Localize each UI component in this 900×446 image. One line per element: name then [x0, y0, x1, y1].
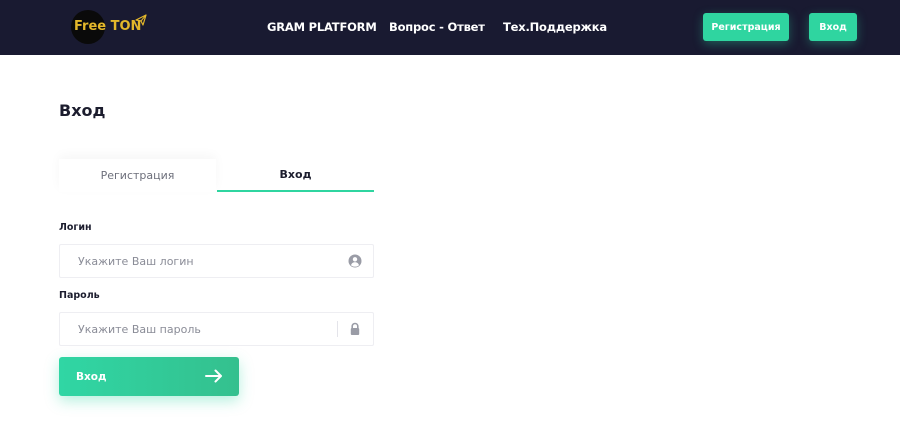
arrow-right-icon [205, 369, 222, 383]
nav-faq[interactable]: Вопрос - Ответ [389, 20, 485, 34]
login-field-container [59, 244, 374, 278]
password-input[interactable] [60, 313, 340, 345]
login-input[interactable] [60, 245, 340, 277]
submit-label: Вход [76, 371, 107, 383]
lock-icon [350, 322, 360, 335]
password-field-container [59, 312, 374, 346]
logo[interactable]: Free TON [69, 10, 149, 46]
nav-support[interactable]: Тех.Поддержка [503, 20, 607, 34]
password-label: Пароль [59, 290, 100, 301]
top-navbar: Free TON GRAM PLATFORM Вопрос - Ответ Те… [0, 0, 900, 55]
user-circle-icon [348, 254, 362, 268]
header-login-button[interactable]: Вход [809, 13, 857, 41]
login-label: Логин [59, 222, 92, 233]
login-submit-button[interactable]: Вход [59, 357, 239, 396]
nav-gram-platform[interactable]: GRAM PLATFORM [267, 20, 377, 34]
tab-login[interactable]: Вход [217, 159, 374, 192]
field-divider [337, 321, 338, 337]
auth-tabs: Регистрация Вход [59, 159, 374, 192]
header-register-button[interactable]: Регистрация [703, 13, 789, 41]
tab-register[interactable]: Регистрация [59, 159, 216, 192]
page-title: Вход [59, 101, 106, 120]
logo-text: Free TON [74, 19, 142, 34]
paper-plane-icon [135, 14, 147, 26]
